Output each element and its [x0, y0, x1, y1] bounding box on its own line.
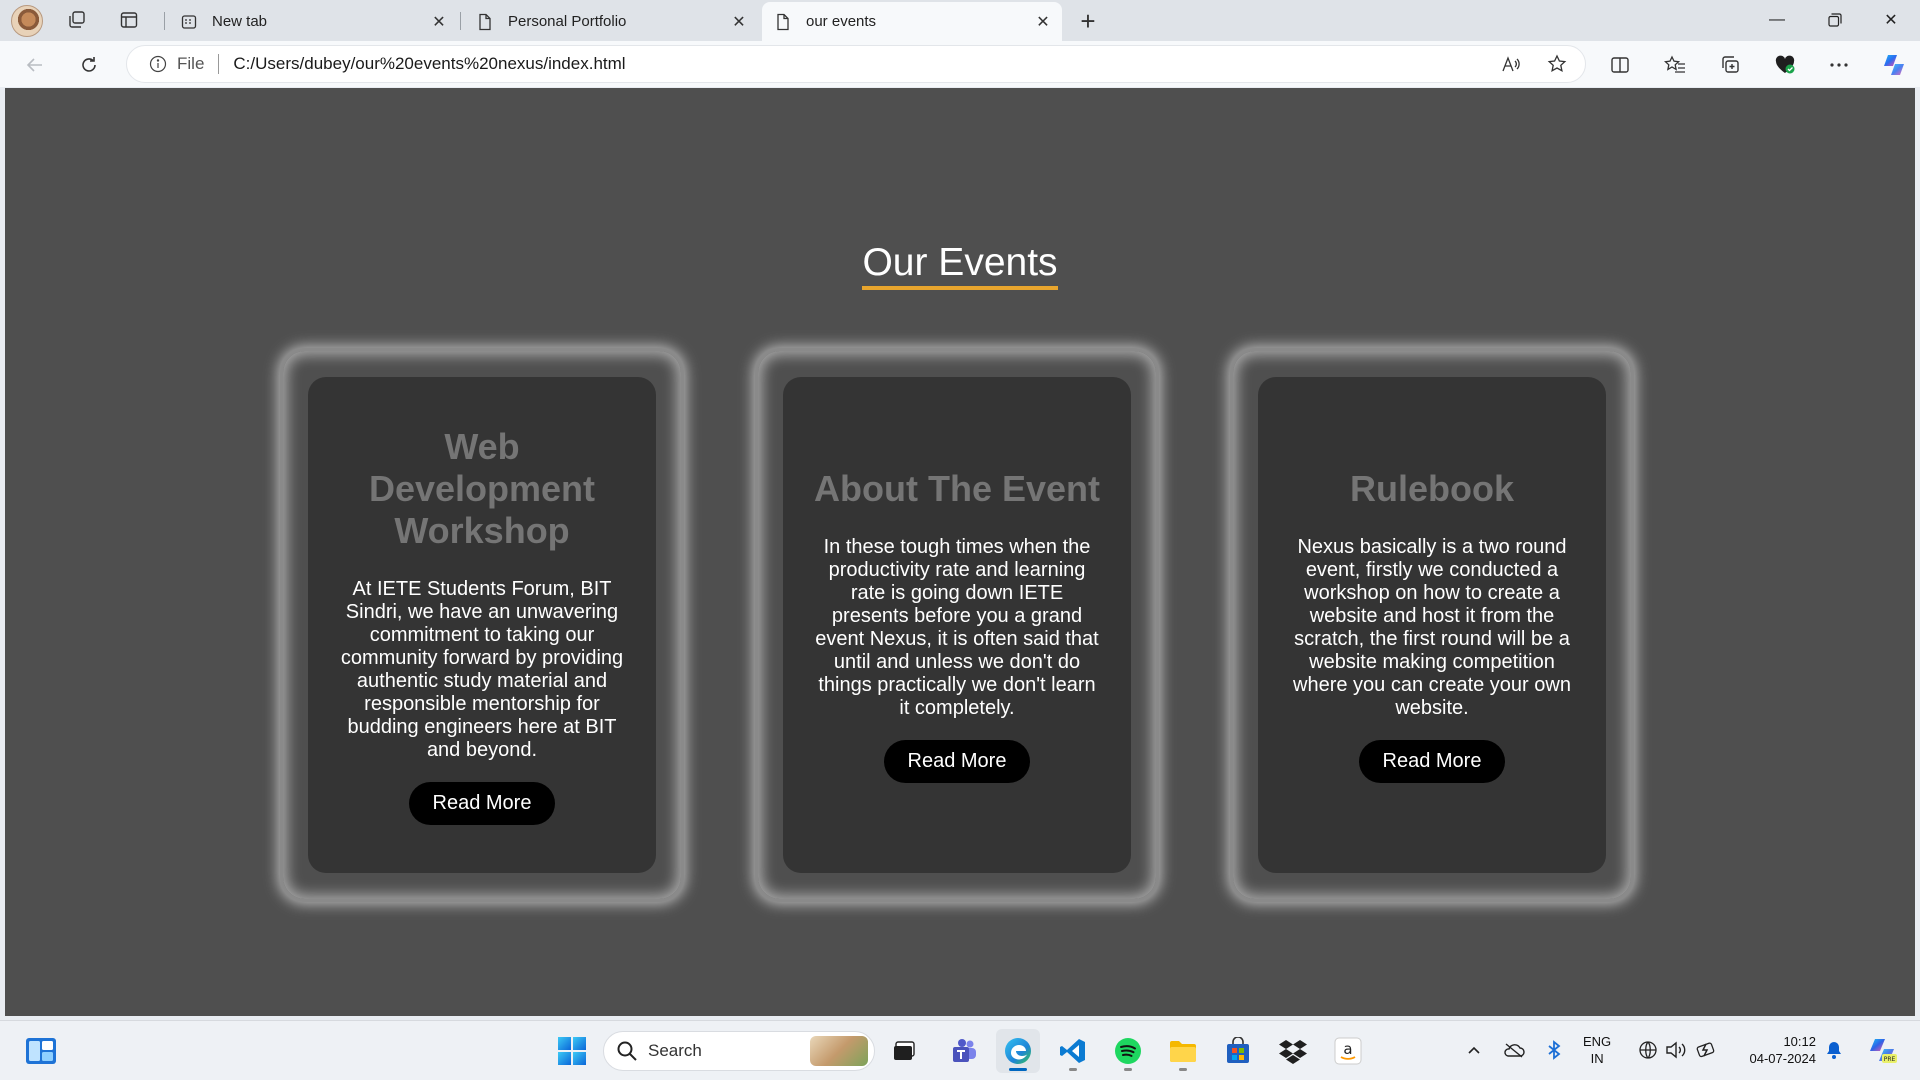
browser-toolbar: File C:/Users/dubey/our%20events%20nexus… [0, 41, 1920, 87]
teams-icon[interactable] [942, 1029, 986, 1073]
copilot-preview-icon[interactable]: PRE [1864, 1035, 1900, 1065]
vertical-tabs-icon[interactable] [112, 5, 146, 35]
close-icon[interactable]: ✕ [426, 9, 452, 35]
search-icon [617, 1041, 637, 1061]
minimize-icon[interactable]: — [1748, 0, 1806, 40]
event-card-description: Nexus basically is a two round event, fi… [1293, 535, 1571, 719]
event-card-description: At IETE Students Forum, BIT Sindri, we h… [340, 577, 624, 761]
info-icon[interactable] [147, 53, 169, 75]
dropbox-icon[interactable] [1271, 1029, 1315, 1073]
edge-browser-icon[interactable] [996, 1029, 1040, 1073]
volume-icon[interactable] [1662, 1035, 1690, 1065]
read-more-button[interactable]: Read More [883, 739, 1031, 783]
show-hidden-icons-chevron-icon[interactable] [1460, 1035, 1488, 1065]
taskbar-clock[interactable]: 10:12 04-07-2024 [1730, 1033, 1817, 1067]
read-more-button[interactable]: Read More [1358, 739, 1506, 783]
page-title-wrapper: Our Events [5, 240, 1915, 290]
tab-title: New tab [212, 13, 268, 30]
read-more-button[interactable]: Read More [408, 781, 556, 825]
restore-icon[interactable] [1806, 0, 1864, 40]
collections-icon[interactable] [1714, 49, 1746, 81]
windows-taskbar: Search a ENG IN 10:12 04-07-2024 PRE [0, 1020, 1920, 1080]
clock-time: 10:12 [1783, 1034, 1816, 1049]
favorites-icon[interactable] [1659, 49, 1691, 81]
browser-tab-strip: New tab ✕ Personal Portfolio ✕ our event… [0, 0, 1920, 41]
url-text[interactable]: C:/Users/dubey/our%20events%20nexus/inde… [233, 54, 1493, 74]
new-tab-page-icon [180, 13, 198, 31]
new-tab-plus-icon[interactable]: + [1072, 5, 1104, 37]
svg-text:a: a [1343, 1040, 1352, 1058]
notification-bell-icon[interactable] [1820, 1035, 1848, 1065]
bluetooth-icon[interactable] [1540, 1035, 1568, 1065]
start-windows-icon[interactable] [550, 1029, 594, 1073]
vscode-icon[interactable] [1051, 1029, 1095, 1073]
read-aloud-icon[interactable] [1493, 46, 1529, 82]
event-card: About The Event In these tough times whe… [758, 351, 1156, 899]
close-icon[interactable]: ✕ [726, 9, 752, 35]
svg-text:PRE: PRE [1884, 1056, 1896, 1063]
event-card-inner: Web Development Workshop At IETE Student… [308, 377, 656, 873]
event-card: Rulebook Nexus basically is a two round … [1233, 351, 1631, 899]
language-region: IN [1590, 1051, 1604, 1066]
event-card-title: Rulebook [1349, 467, 1514, 509]
widgets-icon[interactable] [19, 1029, 63, 1073]
battery-charging-icon[interactable] [1692, 1035, 1720, 1065]
favorite-star-icon[interactable] [1539, 46, 1575, 82]
document-icon [476, 13, 494, 31]
tab-new-tab[interactable]: New tab ✕ [168, 2, 458, 41]
amazon-icon[interactable]: a [1326, 1029, 1370, 1073]
back-arrow-icon[interactable] [18, 48, 52, 82]
event-card-title: About The Event [814, 467, 1100, 509]
tab-title: our events [806, 13, 877, 30]
onedrive-offline-icon[interactable] [1500, 1035, 1528, 1065]
event-card-title: Web Development Workshop [368, 425, 596, 551]
microsoft-store-icon[interactable] [1216, 1029, 1260, 1073]
spotify-icon[interactable] [1106, 1029, 1150, 1073]
more-menu-icon[interactable] [1823, 49, 1855, 81]
event-card-description: In these tough times when the productivi… [815, 535, 1099, 719]
page-title: Our Events [862, 240, 1058, 290]
tab-personal-portfolio[interactable]: Personal Portfolio ✕ [464, 2, 758, 41]
window-close-icon[interactable]: ✕ [1862, 0, 1920, 40]
tab-title: Personal Portfolio [508, 13, 627, 30]
address-bar[interactable]: File C:/Users/dubey/our%20events%20nexus… [126, 45, 1586, 83]
event-card: Web Development Workshop At IETE Student… [283, 351, 681, 899]
event-card-inner: Rulebook Nexus basically is a two round … [1258, 377, 1606, 873]
language-code: ENG [1583, 1034, 1612, 1049]
input-language[interactable]: ENG IN [1583, 1033, 1611, 1067]
document-icon [774, 13, 792, 31]
clock-date: 04-07-2024 [1749, 1051, 1817, 1066]
browser-essentials-icon[interactable] [1769, 49, 1801, 81]
workspaces-icon[interactable] [60, 5, 94, 35]
tab-our-events[interactable]: our events ✕ [762, 2, 1062, 41]
search-highlight-image [810, 1036, 868, 1066]
page-viewport: Our Events Web Development Workshop At I… [5, 88, 1915, 1016]
split-screen-icon[interactable] [1604, 49, 1636, 81]
scheme-label: File [177, 54, 205, 73]
profile-avatar[interactable] [11, 5, 43, 37]
task-view-icon[interactable] [883, 1029, 927, 1073]
network-globe-icon[interactable] [1634, 1035, 1662, 1065]
taskbar-search[interactable]: Search [603, 1031, 875, 1071]
event-card-inner: About The Event In these tough times whe… [783, 377, 1131, 873]
file-explorer-icon[interactable] [1161, 1029, 1205, 1073]
search-label: Search [648, 1041, 702, 1060]
refresh-icon[interactable] [72, 48, 106, 82]
close-icon[interactable]: ✕ [1030, 9, 1056, 35]
copilot-icon[interactable] [1878, 49, 1910, 81]
